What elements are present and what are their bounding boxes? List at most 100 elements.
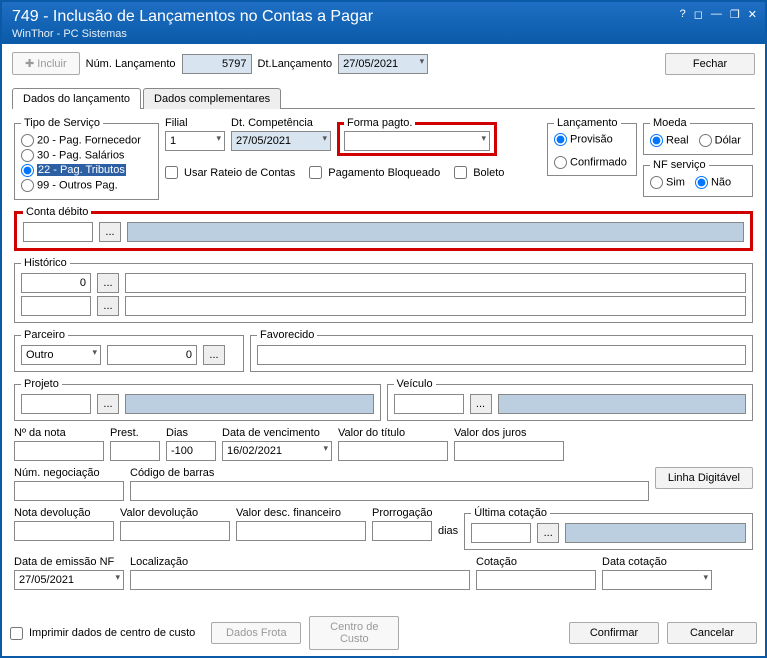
- neg-input[interactable]: [14, 481, 124, 501]
- data-cot-label: Data cotação: [602, 556, 712, 568]
- local-label: Localização: [130, 556, 470, 568]
- lancamento-fieldset: Lançamento Provisão Confirmado: [547, 117, 637, 176]
- hist2-code[interactable]: [21, 296, 91, 316]
- num-lanc-input[interactable]: [182, 54, 252, 74]
- close-icon[interactable]: ✕: [748, 8, 757, 21]
- ult-cot-lookup-button[interactable]: ...: [537, 523, 559, 543]
- emissao-input[interactable]: [14, 570, 124, 590]
- veiculo-lookup-button[interactable]: ...: [470, 394, 492, 414]
- forma-pagto-fieldset: Forma pagto.: [337, 117, 497, 156]
- moeda-real[interactable]: Real: [650, 133, 689, 148]
- vjuros-label: Valor dos juros: [454, 427, 564, 439]
- projeto-code[interactable]: [21, 394, 91, 414]
- parceiro-code[interactable]: [107, 345, 197, 365]
- boleto-check[interactable]: Boleto: [454, 166, 504, 179]
- vtitulo-input[interactable]: [338, 441, 448, 461]
- conta-debito-lookup-button[interactable]: ...: [99, 222, 121, 242]
- veiculo-code[interactable]: [394, 394, 464, 414]
- hist2-lookup-button[interactable]: ...: [97, 296, 119, 316]
- neg-label: Núm. negociação: [14, 467, 124, 479]
- prorr-dias-label: dias: [438, 525, 458, 537]
- help-icon[interactable]: ?: [680, 8, 686, 21]
- tab-dados-complementares[interactable]: Dados complementares: [143, 88, 281, 109]
- num-lanc-label: Núm. Lançamento: [86, 58, 176, 70]
- vdesc-label: Valor desc. financeiro: [236, 507, 366, 519]
- prorr-label: Prorrogação: [372, 507, 458, 519]
- ult-cotacao-legend: Última cotação: [471, 507, 550, 519]
- forma-pagto-input[interactable]: [344, 131, 490, 151]
- prorr-input[interactable]: [372, 521, 432, 541]
- favorecido-input[interactable]: [257, 345, 746, 365]
- linha-digitavel-button[interactable]: Linha Digitável: [655, 467, 753, 489]
- dados-frota-button[interactable]: Dados Frota: [211, 622, 301, 644]
- parceiro-fieldset: Parceiro ...: [14, 329, 244, 372]
- nf-sim[interactable]: Sim: [650, 175, 685, 190]
- rateio-check[interactable]: Usar Rateio de Contas: [165, 166, 295, 179]
- hist1-text[interactable]: [125, 273, 746, 293]
- vdesc-input[interactable]: [236, 521, 366, 541]
- vdev-label: Valor devolução: [120, 507, 230, 519]
- bloqueado-check[interactable]: Pagamento Bloqueado: [309, 166, 440, 179]
- hist1-lookup-button[interactable]: ...: [97, 273, 119, 293]
- cancelar-button[interactable]: Cancelar: [667, 622, 757, 644]
- barras-input[interactable]: [130, 481, 649, 501]
- nota-label: Nº da nota: [14, 427, 104, 439]
- dias-label: Dias: [166, 427, 216, 439]
- parceiro-tipo[interactable]: [21, 345, 101, 365]
- tab-dados-lancamento[interactable]: Dados do lançamento: [12, 88, 141, 109]
- parceiro-lookup-button[interactable]: ...: [203, 345, 225, 365]
- favorecido-legend: Favorecido: [257, 329, 317, 341]
- fechar-button[interactable]: Fechar: [665, 53, 755, 75]
- local-input[interactable]: [130, 570, 470, 590]
- barras-label: Código de barras: [130, 467, 649, 479]
- tipo-servico-22[interactable]: 22 - Pag. Tributos: [21, 163, 152, 178]
- lancamento-legend: Lançamento: [554, 117, 621, 129]
- vjuros-input[interactable]: [454, 441, 564, 461]
- conta-debito-input[interactable]: [23, 222, 93, 242]
- imprimir-check[interactable]: Imprimir dados de centro de custo: [10, 627, 195, 640]
- dias-input[interactable]: [166, 441, 216, 461]
- projeto-lookup-button[interactable]: ...: [97, 394, 119, 414]
- ult-cot-code[interactable]: [471, 523, 531, 543]
- incluir-button[interactable]: ✚ Incluir: [12, 52, 80, 75]
- tipo-servico-30[interactable]: 30 - Pag. Salários: [21, 148, 152, 163]
- filial-input[interactable]: [165, 131, 225, 151]
- ndev-label: Nota devolução: [14, 507, 114, 519]
- moeda-dolar[interactable]: Dólar: [699, 133, 741, 148]
- tool-icon[interactable]: ◻: [694, 8, 703, 21]
- dt-comp-label: Dt. Competência: [231, 117, 331, 129]
- lanc-confirmado[interactable]: Confirmado: [554, 156, 630, 169]
- projeto-display: [125, 394, 374, 414]
- ult-cotacao-fieldset: Última cotação ...: [464, 507, 753, 550]
- prest-input[interactable]: [110, 441, 160, 461]
- nf-nao[interactable]: Não: [695, 175, 731, 190]
- dt-comp-input[interactable]: [231, 131, 331, 151]
- tipo-servico-20[interactable]: 20 - Pag. Fornecedor: [21, 133, 152, 148]
- venc-input[interactable]: [222, 441, 332, 461]
- data-cot-input[interactable]: [602, 570, 712, 590]
- dt-lanc-input[interactable]: [338, 54, 428, 74]
- centro-custo-button[interactable]: Centro de Custo: [309, 616, 399, 650]
- minimize-icon[interactable]: —: [711, 8, 722, 21]
- titlebar: 749 - Inclusão de Lançamentos no Contas …: [2, 2, 765, 44]
- tipo-servico-99[interactable]: 99 - Outros Pag.: [21, 178, 152, 193]
- hist2-text[interactable]: [125, 296, 746, 316]
- lanc-provisao[interactable]: Provisão: [554, 133, 630, 146]
- cotacao-input[interactable]: [476, 570, 596, 590]
- parceiro-legend: Parceiro: [21, 329, 68, 341]
- veiculo-display: [498, 394, 747, 414]
- restore-icon[interactable]: ❐: [730, 8, 740, 21]
- ndev-input[interactable]: [14, 521, 114, 541]
- nota-input[interactable]: [14, 441, 104, 461]
- moeda-fieldset: Moeda Real Dólar: [643, 117, 753, 155]
- tipo-servico-fieldset: Tipo de Serviço 20 - Pag. Fornecedor 30 …: [14, 117, 159, 200]
- confirmar-button[interactable]: Confirmar: [569, 622, 659, 644]
- conta-debito-display: [127, 222, 744, 242]
- favorecido-fieldset: Favorecido: [250, 329, 753, 372]
- historico-legend: Histórico: [21, 257, 70, 269]
- veiculo-legend: Veículo: [394, 378, 436, 390]
- dt-lanc-label: Dt.Lançamento: [258, 58, 333, 70]
- hist1-code[interactable]: [21, 273, 91, 293]
- moeda-legend: Moeda: [650, 117, 690, 129]
- vdev-input[interactable]: [120, 521, 230, 541]
